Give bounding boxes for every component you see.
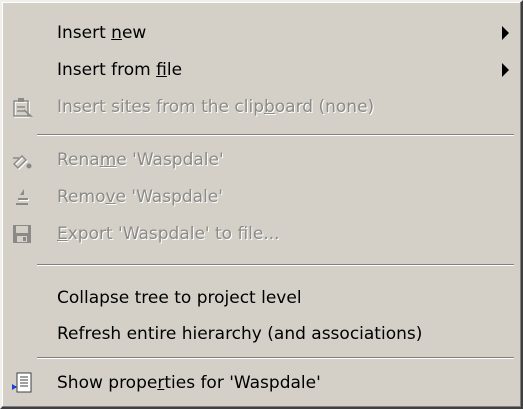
menu-separator <box>37 357 514 359</box>
paste-sites-icon <box>10 95 34 119</box>
remove-icon <box>10 185 34 209</box>
export-icon <box>10 222 34 246</box>
menu-item-show-properties[interactable]: Show properties for 'Waspdale' <box>2 366 521 400</box>
menu-item-label: Insert new <box>57 23 147 43</box>
menu-item-insert-sites-from-clipboard[interactable]: Insert sites from the clipboard (none) <box>2 90 521 124</box>
menu-separator <box>37 264 514 266</box>
menu-item-insert-from-file[interactable]: Insert from file <box>2 53 521 87</box>
menu-item-label: Remove 'Waspdale' <box>57 187 223 207</box>
menu-item-label: Rename 'Waspdale' <box>57 150 224 170</box>
submenu-arrow-icon <box>502 63 509 77</box>
menu-item-refresh-hierarchy[interactable]: Refresh entire hierarchy (and associatio… <box>2 317 521 351</box>
menu-separator <box>37 134 514 136</box>
menu-item-remove[interactable]: Remove 'Waspdale' <box>2 180 521 214</box>
menu-item-label: Insert sites from the clipboard (none) <box>57 97 375 117</box>
menu-item-label: Refresh entire hierarchy (and associatio… <box>57 324 423 344</box>
menu-item-label: Export 'Waspdale' to file... <box>57 224 280 244</box>
menu-item-rename[interactable]: Rename 'Waspdale' <box>2 143 521 177</box>
menu-item-export[interactable]: Export 'Waspdale' to file... <box>2 217 521 251</box>
menu-item-label: Collapse tree to project level <box>57 288 302 308</box>
menu-item-collapse-tree[interactable]: Collapse tree to project level <box>2 281 521 315</box>
context-menu: Insert new Insert from file Insert sites… <box>0 0 523 409</box>
rename-icon <box>10 148 34 172</box>
menu-item-label: Show properties for 'Waspdale' <box>57 373 321 393</box>
menu-item-insert-new[interactable]: Insert new <box>2 16 521 50</box>
properties-icon <box>10 371 34 395</box>
submenu-arrow-icon <box>502 26 509 40</box>
menu-item-label: Insert from file <box>57 60 183 80</box>
